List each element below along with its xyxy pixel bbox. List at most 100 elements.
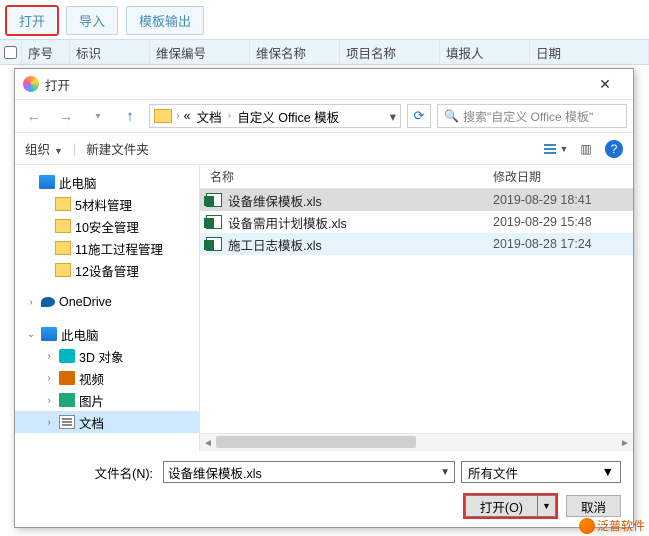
col-modified[interactable]: 修改日期	[493, 168, 633, 185]
tree-folder-4[interactable]: 12设备管理	[15, 259, 199, 281]
file-date: 2019-08-29 15:48	[493, 215, 633, 229]
folder-icon	[55, 219, 71, 233]
file-date: 2019-08-29 18:41	[493, 193, 633, 207]
col-maint-name[interactable]: 维保名称	[250, 40, 340, 64]
chevron-down-icon: ▼	[602, 465, 614, 479]
open-button[interactable]: 打开	[6, 6, 58, 35]
folder-icon	[55, 241, 71, 255]
file-list: 设备维保模板.xls 2019-08-29 18:41 设备需用计划模板.xls…	[200, 189, 633, 433]
folder-icon	[55, 197, 71, 211]
col-filename[interactable]: 名称	[200, 168, 493, 185]
breadcrumb-current[interactable]: 自定义 Office 模板	[235, 107, 341, 126]
tree-this-pc-quick[interactable]: 此电脑	[15, 171, 199, 193]
help-icon[interactable]: ?	[605, 140, 623, 158]
dialog-open-button[interactable]: 打开(O)	[465, 495, 538, 517]
dialog-body: 此电脑 5材料管理 10安全管理 11施工过程管理 12设备管理 ›OneDri…	[15, 165, 633, 451]
address-bar[interactable]: › « 文档 › 自定义 Office 模板 ▾	[149, 104, 401, 128]
xls-icon	[206, 215, 222, 229]
nav-up-button[interactable]: ↑	[117, 103, 143, 129]
search-placeholder: 搜索"自定义 Office 模板"	[463, 108, 593, 125]
horizontal-scrollbar[interactable]: ◄ ►	[200, 433, 633, 451]
scroll-thumb[interactable]	[216, 436, 416, 448]
chevron-down-icon: ▼	[54, 146, 63, 156]
breadcrumb-sep: «	[184, 109, 191, 123]
tree-documents[interactable]: ›文档	[15, 411, 199, 433]
onedrive-icon	[41, 297, 55, 307]
xls-icon	[206, 193, 222, 207]
filename-label: 文件名(N):	[27, 463, 157, 482]
collapse-icon[interactable]: ⌄	[25, 329, 37, 340]
dialog-titlebar: 打开 ✕	[15, 69, 633, 99]
search-icon: 🔍	[444, 109, 459, 123]
organize-menu[interactable]: 组织▼	[25, 139, 63, 158]
col-filled-by[interactable]: 填报人	[440, 40, 530, 64]
col-project-name[interactable]: 项目名称	[340, 40, 440, 64]
nav-recent-button[interactable]: ▾	[85, 103, 111, 129]
folder-icon	[154, 109, 172, 123]
tree-3d-objects[interactable]: ›3D 对象	[15, 345, 199, 367]
view-list-icon[interactable]: ▼	[545, 139, 567, 159]
breadcrumb-documents[interactable]: 文档	[195, 107, 224, 126]
expand-icon[interactable]: ›	[43, 417, 55, 428]
file-name: 施工日志模板.xls	[228, 235, 493, 254]
file-pane: 名称 修改日期 设备维保模板.xls 2019-08-29 18:41 设备需用…	[200, 165, 633, 451]
scroll-left-icon[interactable]: ◄	[200, 434, 216, 452]
open-split-button[interactable]: ▼	[538, 495, 556, 517]
file-name: 设备需用计划模板.xls	[228, 213, 493, 232]
expand-icon[interactable]: ›	[43, 395, 55, 406]
dialog-title: 打开	[45, 75, 70, 94]
preview-pane-icon[interactable]: ▥	[575, 139, 597, 159]
tree-this-pc[interactable]: ⌄此电脑	[15, 323, 199, 345]
col-date[interactable]: 日期	[530, 40, 649, 64]
expand-icon[interactable]: ›	[43, 351, 55, 362]
video-icon	[59, 371, 75, 385]
import-button[interactable]: 导入	[66, 6, 118, 35]
new-folder-button[interactable]: 新建文件夹	[86, 139, 149, 158]
app-icon	[23, 76, 39, 92]
tree-videos[interactable]: ›视频	[15, 367, 199, 389]
pc-icon	[39, 175, 55, 189]
nav-forward-button[interactable]: →	[53, 103, 79, 129]
close-icon[interactable]: ✕	[585, 70, 625, 98]
tree-pictures[interactable]: ›图片	[15, 389, 199, 411]
filename-input[interactable]: 设备维保模板.xls▼	[163, 461, 455, 483]
nav-back-button[interactable]: ←	[21, 103, 47, 129]
tree-folder-3[interactable]: 11施工过程管理	[15, 237, 199, 259]
dialog-bottom: 文件名(N): 设备维保模板.xls▼ 所有文件▼ 打开(O) ▼ 取消	[15, 451, 633, 527]
tree-folder-1[interactable]: 5材料管理	[15, 193, 199, 215]
col-maint-no[interactable]: 维保编号	[150, 40, 250, 64]
col-seq[interactable]: 序号	[22, 40, 70, 64]
file-row[interactable]: 施工日志模板.xls 2019-08-28 17:24	[200, 233, 633, 255]
file-open-dialog: 打开 ✕ ← → ▾ ↑ › « 文档 › 自定义 Office 模板 ▾ ⟳ …	[14, 68, 634, 528]
address-dropdown-icon[interactable]: ▾	[390, 109, 396, 124]
expand-icon[interactable]: ›	[43, 373, 55, 384]
col-mark[interactable]: 标识	[70, 40, 150, 64]
refresh-button[interactable]: ⟳	[407, 104, 431, 128]
nav-tree: 此电脑 5材料管理 10安全管理 11施工过程管理 12设备管理 ›OneDri…	[15, 165, 200, 451]
file-row[interactable]: 设备维保模板.xls 2019-08-29 18:41	[200, 189, 633, 211]
open-button-group: 打开(O) ▼	[463, 493, 558, 519]
expand-icon[interactable]: ›	[25, 297, 37, 308]
folder-icon	[55, 263, 71, 277]
tree-onedrive[interactable]: ›OneDrive	[15, 291, 199, 313]
file-columns: 名称 修改日期	[200, 165, 633, 189]
search-input[interactable]: 🔍 搜索"自定义 Office 模板"	[437, 104, 627, 128]
select-all-checkbox[interactable]	[4, 46, 17, 59]
file-filter-select[interactable]: 所有文件▼	[461, 461, 621, 483]
file-date: 2019-08-28 17:24	[493, 237, 633, 251]
xls-icon	[206, 237, 222, 251]
pc-icon	[41, 327, 57, 341]
scroll-right-icon[interactable]: ►	[617, 434, 633, 452]
chevron-down-icon[interactable]: ▼	[440, 467, 450, 478]
dialog-cancel-button[interactable]: 取消	[566, 495, 621, 517]
documents-icon	[59, 415, 75, 429]
pictures-icon	[59, 393, 75, 407]
select-all-cell	[0, 40, 22, 64]
chevron-right-icon: ›	[176, 110, 180, 122]
file-row[interactable]: 设备需用计划模板.xls 2019-08-29 15:48	[200, 211, 633, 233]
app-toolbar: 打开 导入 模板输出	[0, 0, 649, 39]
grid-header: 序号 标识 维保编号 维保名称 项目名称 填报人 日期	[0, 39, 649, 65]
file-name: 设备维保模板.xls	[228, 191, 493, 210]
template-export-button[interactable]: 模板输出	[126, 6, 204, 35]
tree-folder-2[interactable]: 10安全管理	[15, 215, 199, 237]
